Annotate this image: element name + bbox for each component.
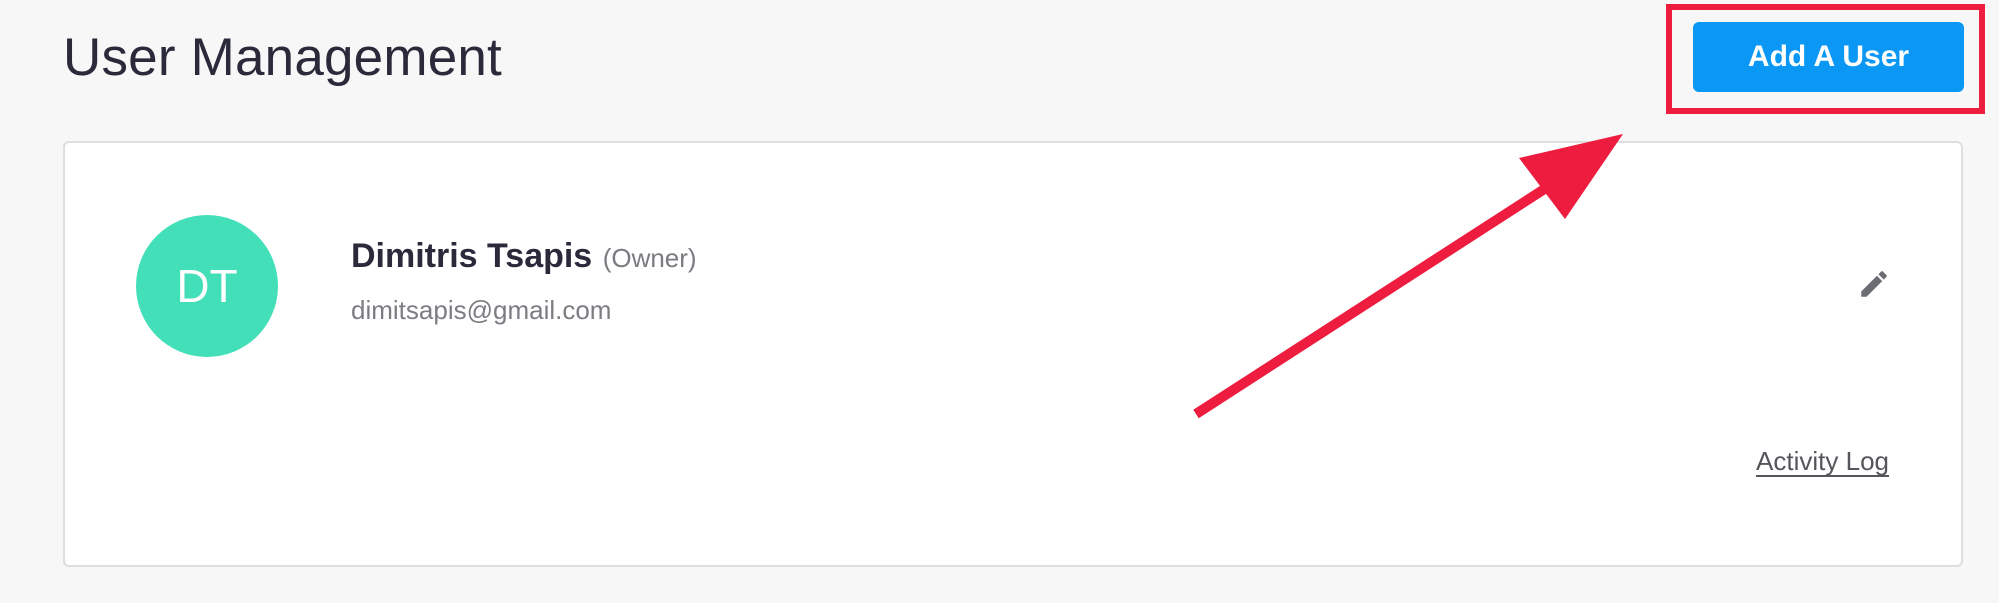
user-email: dimitsapis@gmail.com (351, 295, 612, 325)
avatar-initials: DT (176, 260, 238, 312)
user-role: (Owner) (602, 243, 697, 273)
page-title: User Management (63, 28, 502, 87)
user-name: Dimitris Tsapis (351, 237, 593, 275)
avatar: DT (136, 215, 278, 357)
pencil-icon[interactable] (1857, 267, 1891, 301)
user-card: DT Dimitris Tsapis (Owner) dimitsapis@gm… (63, 141, 1963, 567)
add-user-button[interactable]: Add A User (1693, 22, 1964, 92)
user-management-page: User Management Add A User DT Dimitris T… (0, 0, 1999, 603)
user-name-row: Dimitris Tsapis (Owner) (351, 233, 697, 286)
activity-log-link[interactable]: Activity Log (1756, 446, 1889, 477)
